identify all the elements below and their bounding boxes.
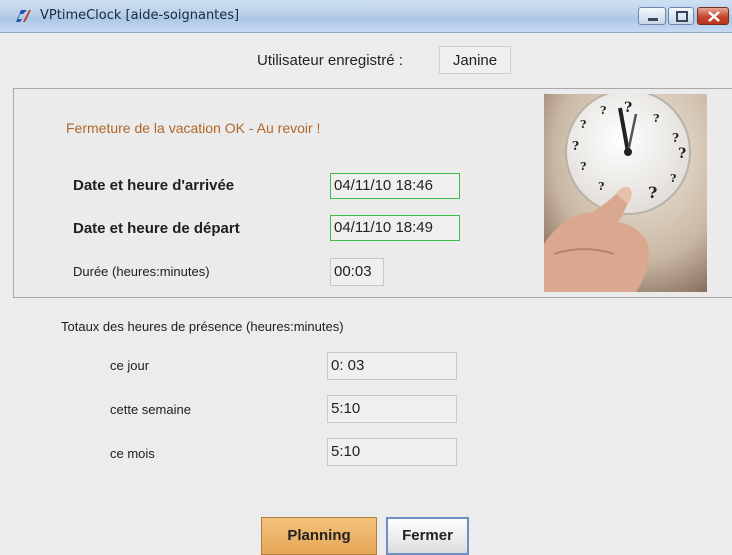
app-window: VPtimeClock [aide-soignantes] Utilisateu… [0, 0, 732, 555]
close-window-button[interactable]: Fermer [386, 517, 469, 555]
planning-button[interactable]: Planning [261, 517, 377, 555]
totals-title: Totaux des heures de présence (heures:mi… [61, 319, 344, 334]
maximize-icon [676, 11, 688, 22]
svg-text:?: ? [572, 139, 579, 153]
title-bar[interactable]: VPtimeClock [aide-soignantes] [0, 0, 732, 33]
totals-month-field: 5:10 [327, 438, 457, 466]
duration-label: Durée (heures:minutes) [73, 264, 210, 279]
totals-week-field: 5:10 [327, 395, 457, 423]
totals-week-label: cette semaine [110, 402, 191, 417]
user-label: Utilisateur enregistré : [257, 52, 403, 69]
maximize-button[interactable] [668, 7, 694, 25]
svg-text:?: ? [648, 183, 657, 202]
departure-label: Date et heure de départ [73, 220, 240, 237]
app-logo-icon [14, 8, 32, 24]
minimize-icon [648, 18, 658, 21]
svg-text:?: ? [678, 146, 686, 162]
svg-text:?: ? [672, 131, 679, 145]
svg-text:?: ? [598, 180, 604, 193]
close-button[interactable] [697, 7, 729, 25]
clock-photo: ??? ??? ??? ??? [544, 94, 707, 292]
svg-text:?: ? [653, 112, 659, 125]
totals-today-label: ce jour [110, 358, 150, 373]
user-name-field: Janine [439, 46, 511, 74]
arrival-label: Date et heure d'arrivée [73, 177, 235, 194]
departure-field: 04/11/10 18:49 [330, 215, 460, 241]
window-title: VPtimeClock [aide-soignantes] [40, 8, 240, 23]
svg-text:?: ? [670, 172, 676, 185]
duration-field: 00:03 [330, 258, 384, 286]
minimize-button[interactable] [638, 7, 666, 25]
svg-text:?: ? [624, 100, 632, 116]
status-message: Fermeture de la vacation OK - Au revoir … [66, 120, 321, 136]
totals-today-field: 0: 03 [327, 352, 457, 380]
svg-text:?: ? [580, 118, 586, 131]
svg-text:?: ? [580, 160, 586, 173]
close-icon [708, 11, 720, 22]
clock-illustration-icon: ??? ??? ??? ??? [544, 94, 707, 292]
totals-month-label: ce mois [110, 446, 155, 461]
arrival-field: 04/11/10 18:46 [330, 173, 460, 199]
svg-text:?: ? [600, 104, 606, 117]
